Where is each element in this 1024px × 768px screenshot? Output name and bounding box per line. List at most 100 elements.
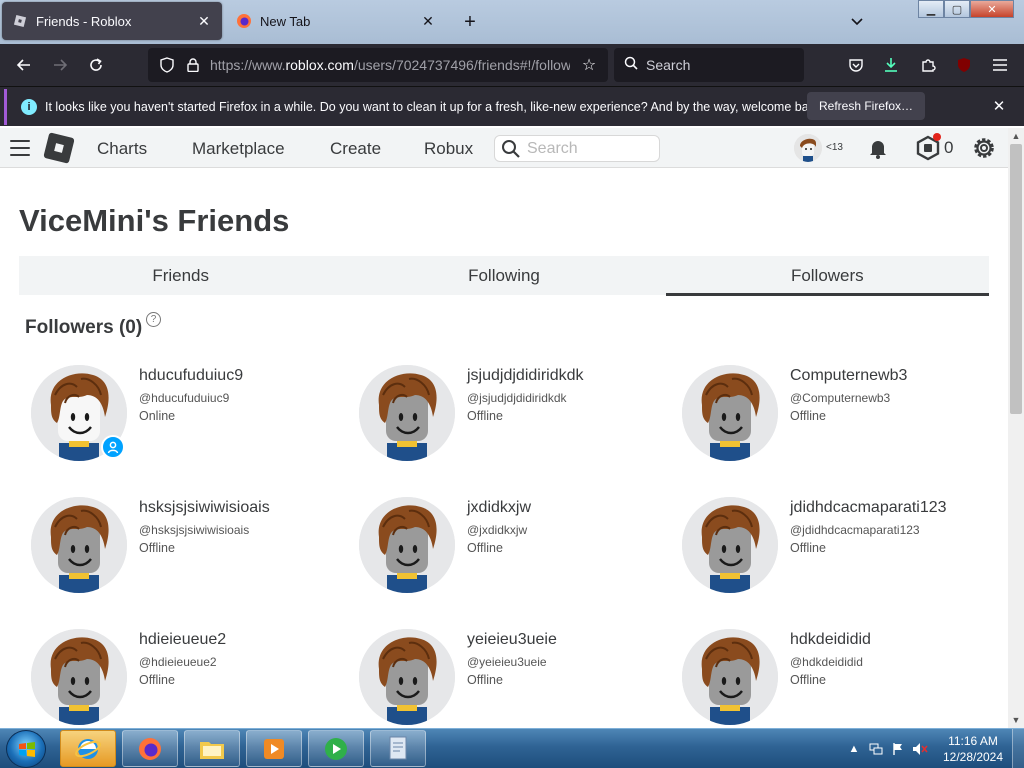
show-desktop-button[interactable] xyxy=(1012,729,1024,768)
nav-charts[interactable]: Charts xyxy=(97,139,147,159)
addon-ublock-icon[interactable] xyxy=(953,54,975,76)
start-button[interactable] xyxy=(6,730,46,768)
show-hidden-icons-icon[interactable]: ▲ xyxy=(846,741,862,757)
section-title: Followers (0) xyxy=(25,317,143,338)
notice-message: It looks like you haven't started Firefo… xyxy=(45,100,825,114)
follower-card[interactable]: jsjudjdjdidiridkdk @jsjudjdjdidiridkdk O… xyxy=(359,365,659,475)
tab-friends[interactable]: Friends xyxy=(19,256,342,295)
minimize-window-icon[interactable]: ▁ xyxy=(918,0,944,18)
close-tab-icon[interactable]: ✕ xyxy=(420,13,436,29)
extensions-puzzle-icon[interactable] xyxy=(917,54,939,76)
nav-marketplace[interactable]: Marketplace xyxy=(192,139,285,159)
file-explorer-taskbar-icon[interactable] xyxy=(184,730,240,767)
follower-display-name[interactable]: yeieieu3ueie xyxy=(467,631,557,649)
internet-explorer-taskbar-icon[interactable] xyxy=(60,730,116,767)
follower-display-name[interactable]: jxdidkxjw xyxy=(467,499,531,517)
app-menu-hamburger-icon[interactable] xyxy=(989,54,1011,76)
tab-new-tab[interactable]: New Tab ✕ xyxy=(226,2,446,40)
follower-card[interactable]: yeieieu3ueie @yeieieu3ueie Offline xyxy=(359,629,659,739)
follower-avatar[interactable] xyxy=(682,629,778,725)
downloads-icon[interactable] xyxy=(880,54,902,76)
new-tab-plus-icon[interactable]: + xyxy=(458,10,482,34)
page-scrollbar[interactable]: ▲ ▼ xyxy=(1008,128,1024,728)
window-controls: ▁ ▢ ✕ xyxy=(918,0,1014,18)
action-center-flag-icon[interactable] xyxy=(890,741,906,757)
tab-followers[interactable]: Followers xyxy=(665,256,990,296)
tab-following[interactable]: Following xyxy=(342,256,665,295)
follower-card[interactable]: jxdidkxjw @jxdidkxjw Offline xyxy=(359,497,659,607)
close-notice-icon[interactable]: ✕ xyxy=(990,97,1008,115)
roblox-favicon-icon xyxy=(12,13,28,29)
help-question-icon[interactable]: ? xyxy=(146,312,161,327)
follower-avatar[interactable] xyxy=(31,497,127,593)
roblox-logo-icon[interactable] xyxy=(43,132,75,164)
network-icon[interactable] xyxy=(868,741,884,757)
follower-avatar[interactable] xyxy=(682,365,778,461)
settings-gear-icon[interactable] xyxy=(970,134,998,162)
forward-arrow-icon[interactable] xyxy=(48,53,72,77)
firefox-favicon-icon xyxy=(236,13,252,29)
close-tab-icon[interactable]: ✕ xyxy=(196,13,212,29)
roblox-top-nav: Charts Marketplace Create Robux Search <… xyxy=(0,128,1008,168)
follower-card[interactable]: hsksjsjsiwiwisioais @hsksjsjsiwiwisioais… xyxy=(31,497,331,607)
media-player-taskbar-icon[interactable] xyxy=(246,730,302,767)
lock-icon[interactable] xyxy=(182,54,204,76)
volume-muted-icon[interactable] xyxy=(912,741,928,757)
follower-display-name[interactable]: jsjudjdjdidiridkdk xyxy=(467,367,584,385)
scrollbar-thumb[interactable] xyxy=(1010,144,1022,414)
reload-icon[interactable] xyxy=(84,53,108,77)
follower-status: Offline xyxy=(139,673,175,687)
follower-card[interactable]: Computernewb3 @Computernewb3 Offline xyxy=(682,365,982,475)
follower-avatar[interactable] xyxy=(31,629,127,725)
scroll-down-arrow-icon[interactable]: ▼ xyxy=(1008,712,1024,728)
bookmark-star-icon[interactable]: ☆ xyxy=(578,54,600,76)
follower-username: @hdkdeididid xyxy=(790,655,863,669)
web-search-bar[interactable]: Search xyxy=(614,48,804,82)
hamburger-menu-icon[interactable] xyxy=(10,138,30,158)
follower-username: @jdidhdcacmaparati123 xyxy=(790,523,920,537)
list-all-tabs-chevron-icon[interactable] xyxy=(846,12,868,32)
close-window-icon[interactable]: ✕ xyxy=(970,0,1014,18)
nav-robux[interactable]: Robux xyxy=(424,139,473,159)
scroll-up-arrow-icon[interactable]: ▲ xyxy=(1008,128,1024,144)
follower-username: @jxdidkxjw xyxy=(467,523,528,537)
follower-status: Offline xyxy=(467,409,503,423)
follower-avatar[interactable] xyxy=(359,629,455,725)
follower-username: @jsjudjdjdidiridkdk xyxy=(467,391,567,405)
nav-create[interactable]: Create xyxy=(330,139,381,159)
refresh-firefox-button[interactable]: Refresh Firefox… xyxy=(807,92,926,120)
follower-card[interactable]: hdkdeididid @hdkdeididid Offline xyxy=(682,629,982,739)
friends-tab-strip: Friends Following Followers xyxy=(19,256,990,296)
follower-avatar[interactable] xyxy=(359,365,455,461)
address-bar[interactable]: https://www.roblox.com/users/7024737496/… xyxy=(148,48,608,82)
follower-display-name[interactable]: Computernewb3 xyxy=(790,367,907,385)
follower-avatar[interactable] xyxy=(359,497,455,593)
follower-avatar[interactable] xyxy=(682,497,778,593)
tab-friends-roblox[interactable]: Friends - Roblox ✕ xyxy=(2,2,222,40)
follower-username: @hdieieueue2 xyxy=(139,655,217,669)
follower-status: Offline xyxy=(790,673,826,687)
follower-card[interactable]: hdieieueue2 @hdieieueue2 Offline xyxy=(31,629,331,739)
tracking-protection-shield-icon[interactable] xyxy=(156,54,178,76)
follower-display-name[interactable]: hsksjsjsiwiwisioais xyxy=(139,499,270,517)
follower-card[interactable]: hducufuduiuc9 @hducufuduiuc9 Online xyxy=(31,365,331,475)
follower-card[interactable]: jdidhdcacmaparati123 @jdidhdcacmaparati1… xyxy=(682,497,982,607)
roblox-search-input[interactable]: Search xyxy=(494,135,660,162)
follower-username: @yeieieu3ueie xyxy=(467,655,547,669)
follower-status: Offline xyxy=(790,541,826,555)
robux-balance: 0 xyxy=(944,138,954,157)
user-avatar[interactable] xyxy=(794,134,822,162)
media-center-taskbar-icon[interactable] xyxy=(308,730,364,767)
follower-username: @Computernewb3 xyxy=(790,391,891,405)
back-arrow-icon[interactable] xyxy=(12,53,36,77)
pocket-icon[interactable] xyxy=(845,54,867,76)
maximize-window-icon[interactable]: ▢ xyxy=(944,0,970,18)
follower-display-name[interactable]: jdidhdcacmaparati123 xyxy=(790,499,947,517)
document-app-taskbar-icon[interactable] xyxy=(370,730,426,767)
follower-display-name[interactable]: hdieieueue2 xyxy=(139,631,226,649)
follower-display-name[interactable]: hducufuduiuc9 xyxy=(139,367,243,385)
firefox-taskbar-icon[interactable] xyxy=(122,730,178,767)
taskbar-clock[interactable]: 11:16 AM 12/28/2024 xyxy=(938,733,1008,765)
follower-display-name[interactable]: hdkdeididid xyxy=(790,631,871,649)
notifications-bell-icon[interactable] xyxy=(866,136,890,160)
